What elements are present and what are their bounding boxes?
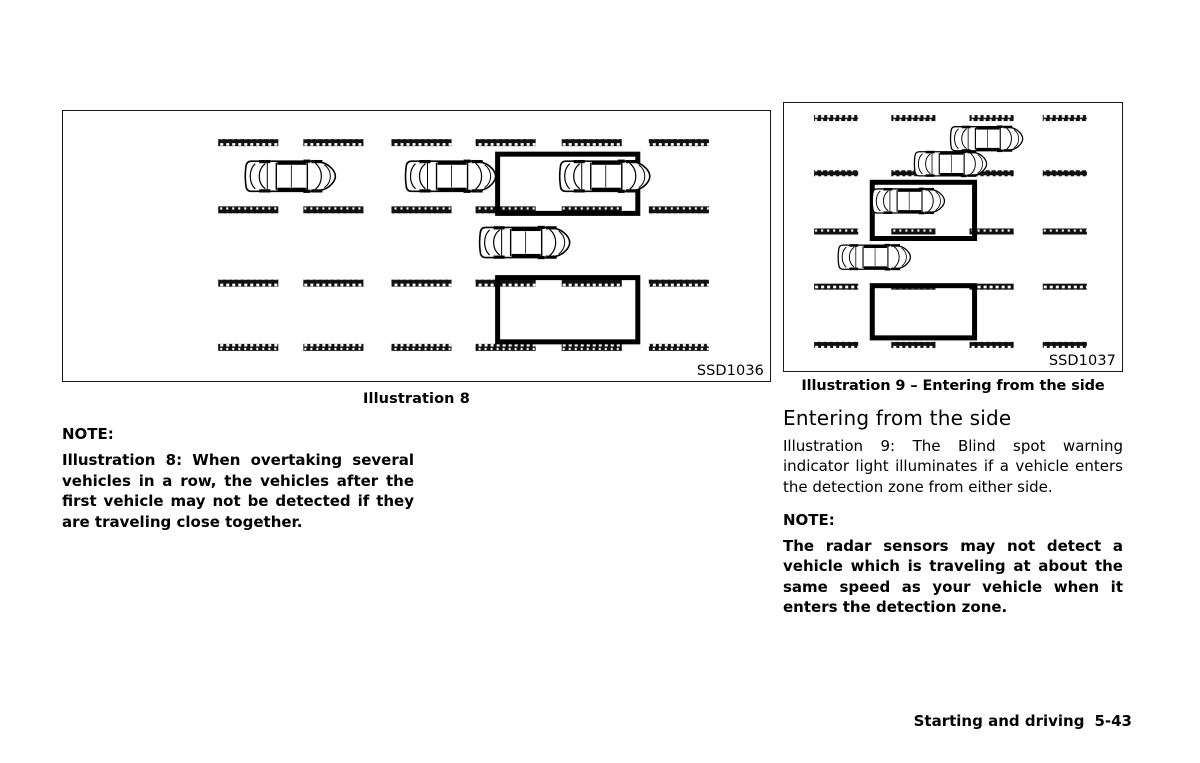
vehicle-2 xyxy=(404,158,497,194)
section-heading: Entering from the side xyxy=(783,406,1012,430)
entering-vehicle-mid xyxy=(913,149,988,178)
illustration-9-graphic xyxy=(814,115,1087,348)
right-note-body: The radar sensors may not detect a vehic… xyxy=(783,536,1123,617)
your-vehicle xyxy=(478,225,571,260)
page-footer: Starting and driving 5-43 xyxy=(914,712,1132,730)
detection-zone-lower xyxy=(869,283,978,341)
illustration-9-caption: Illustration 9 – Entering from the side xyxy=(801,378,1105,394)
left-note-body: Illustration 8: When overtaking several … xyxy=(62,451,414,531)
entering-vehicle-far xyxy=(949,124,1024,153)
vehicle-1 xyxy=(244,158,337,194)
footer-section-label: Starting and driving xyxy=(913,712,1085,730)
illustration-8-caption: Illustration 8 xyxy=(363,391,470,407)
your-vehicle xyxy=(837,243,912,272)
footer-page-number: 5-43 xyxy=(1094,712,1132,730)
vehicle-3-detected xyxy=(558,158,651,194)
left-column: SSD1036 Illustration 8 NOTE: Illustratio… xyxy=(62,110,771,532)
detection-zone-lower xyxy=(495,275,641,345)
right-column: SSD1037 Illustration 9 – Entering from t… xyxy=(783,102,1123,618)
lane-markings xyxy=(814,115,1087,348)
illustration-8-graphic xyxy=(218,139,709,351)
illustration-8-figure: SSD1036 xyxy=(62,110,771,382)
section-body: Illustration 9: The Blind spot warning i… xyxy=(783,437,1123,496)
right-note-label: NOTE: xyxy=(783,510,835,529)
figure-code-ssd1037: SSD1037 xyxy=(1048,353,1116,369)
left-note-label: NOTE: xyxy=(62,425,114,443)
manual-page: SSD1036 Illustration 8 NOTE: Illustratio… xyxy=(0,0,1200,763)
illustration-9-figure: SSD1037 xyxy=(783,102,1123,372)
entering-vehicle-near-detected xyxy=(871,186,946,215)
figure-code-ssd1036: SSD1036 xyxy=(696,363,764,379)
